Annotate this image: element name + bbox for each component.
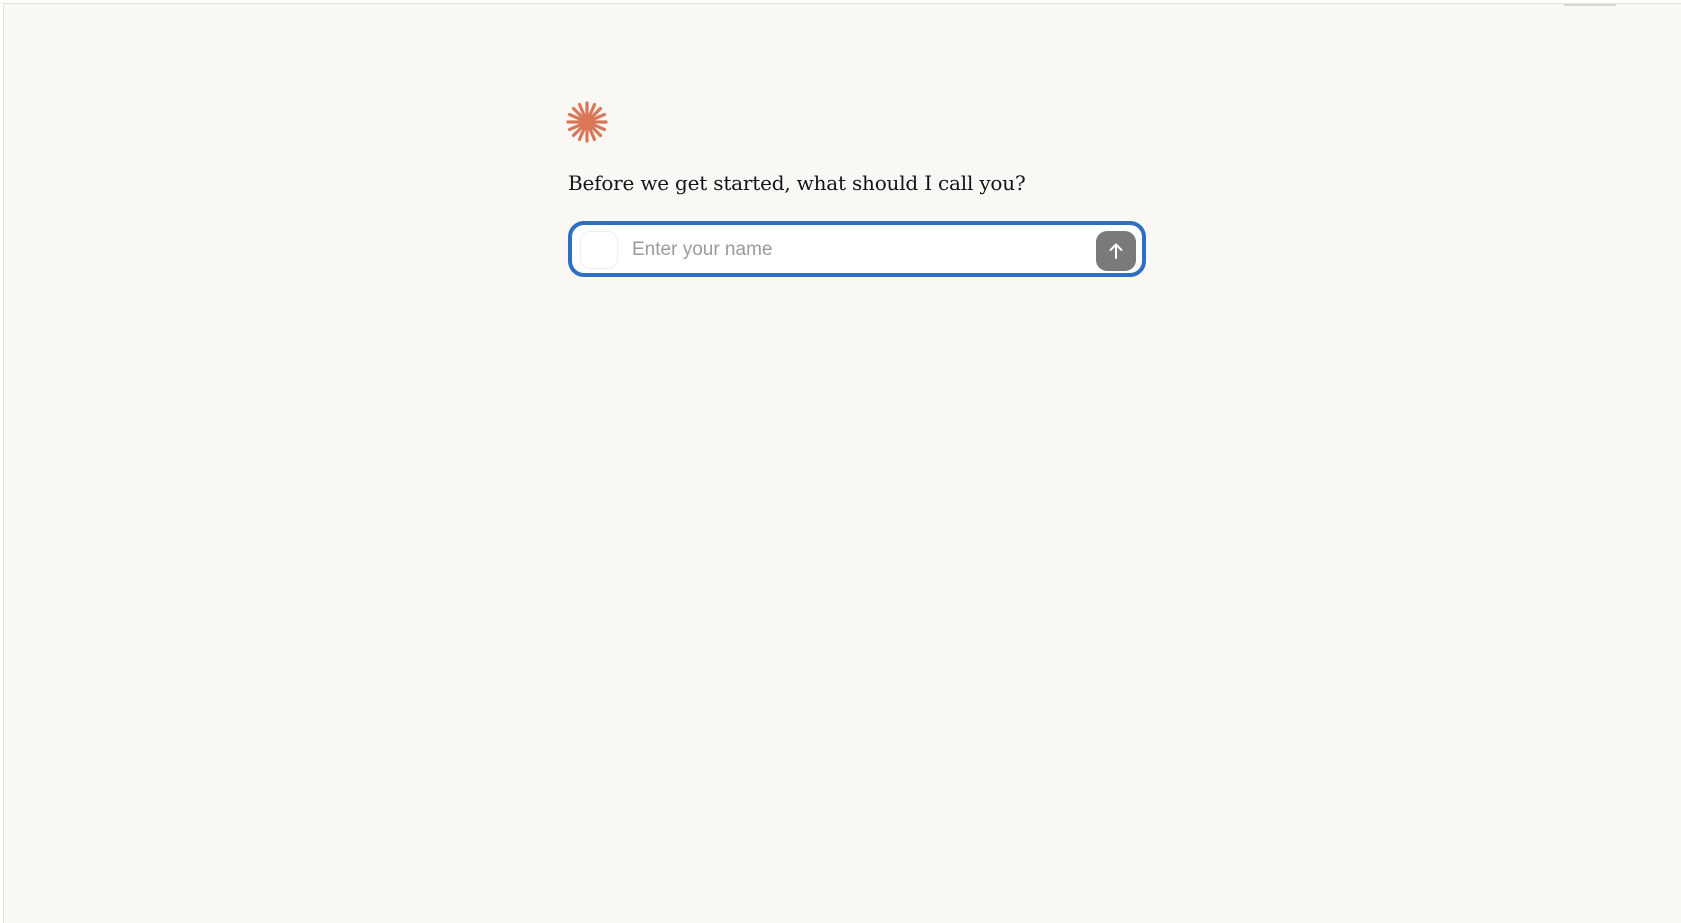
avatar-placeholder — [580, 231, 618, 269]
submit-button[interactable] — [1096, 231, 1136, 271]
name-input-container — [568, 221, 1146, 277]
sparkle-asterisk-icon — [566, 101, 608, 143]
onboarding-panel: Before we get started, what should I cal… — [566, 101, 1146, 277]
name-input[interactable] — [632, 233, 1072, 267]
app-window: Before we get started, what should I cal… — [3, 3, 1681, 923]
window-top-handle — [1564, 4, 1616, 6]
arrow-up-icon — [1109, 243, 1123, 259]
name-input-box — [572, 225, 1142, 273]
prompt-heading: Before we get started, what should I cal… — [568, 171, 1026, 195]
